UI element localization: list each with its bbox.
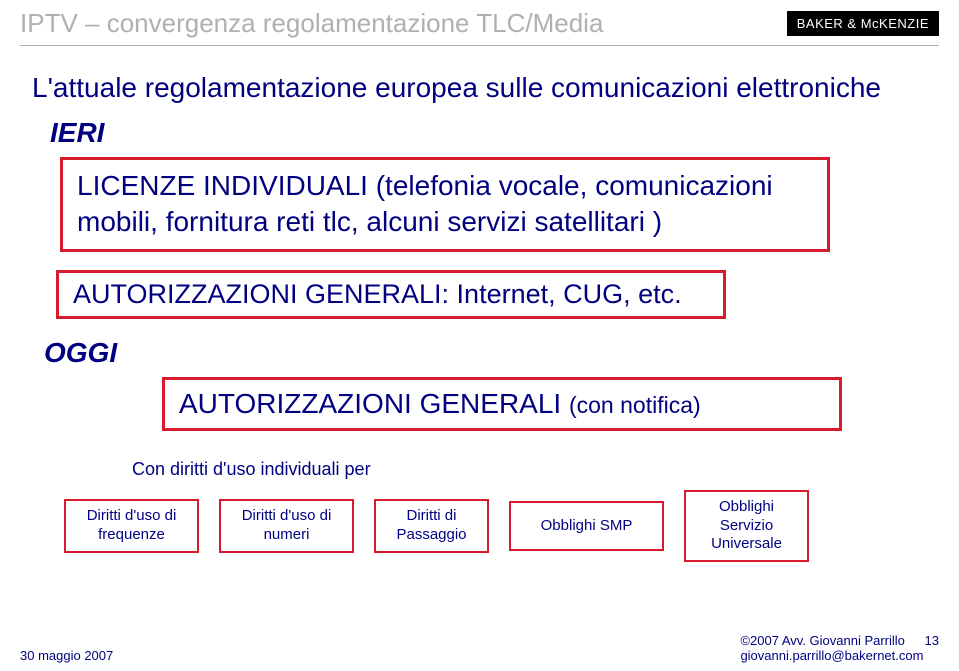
- autorizzazioni-generali-box: AUTORIZZAZIONI GENERALI (con notifica): [162, 377, 842, 431]
- sb2-line1: Diritti d'uso di: [229, 507, 344, 526]
- sb2-line2: numeri: [229, 526, 344, 545]
- sb1-line1: Diritti d'uso di: [74, 507, 189, 526]
- diritti-passaggio-box: Diritti di Passaggio: [374, 499, 489, 553]
- licenze-text-line2: mobili, fornitura reti tlc, alcuni servi…: [77, 204, 813, 240]
- sb5-line2: Servizio: [694, 517, 799, 536]
- footer-email: giovanni.parrillo@bakernet.com: [740, 648, 939, 663]
- obblighi-servizio-box: Obblighi Servizio Universale: [684, 490, 809, 562]
- autorizzazioni-text: AUTORIZZAZIONI GENERALI: Internet, CUG, …: [73, 279, 709, 310]
- slide-subtitle: L'attuale regolamentazione europea sulle…: [32, 70, 927, 105]
- page-number: 13: [925, 633, 939, 648]
- licenze-box: LICENZE INDIVIDUALI (telefonia vocale, c…: [60, 157, 830, 252]
- footer-copyright: ©2007 Avv. Giovanni Parrillo: [740, 633, 904, 648]
- small-boxes-row: Diritti d'uso di frequenze Diritti d'uso…: [64, 490, 927, 562]
- obblighi-smp-box: Obblighi SMP: [509, 501, 664, 552]
- licenze-text-line1: LICENZE INDIVIDUALI (telefonia vocale, c…: [77, 168, 813, 204]
- sb4-text: Obblighi SMP: [519, 517, 654, 536]
- footer-right: ©2007 Avv. Giovanni Parrillo 13 giovanni…: [740, 633, 939, 663]
- sb5-line1: Obblighi: [694, 498, 799, 517]
- slide-content: L'attuale regolamentazione europea sulle…: [0, 46, 959, 562]
- sb5-line3: Universale: [694, 535, 799, 554]
- footer-date: 30 maggio 2007: [20, 648, 113, 663]
- diritti-frequenze-box: Diritti d'uso di frequenze: [64, 499, 199, 553]
- box3-main-text: AUTORIZZAZIONI GENERALI: [179, 388, 569, 419]
- oggi-label: OGGI: [44, 337, 927, 369]
- diritti-label: Con diritti d'uso individuali per: [132, 459, 927, 480]
- ieri-label: IERI: [50, 117, 927, 149]
- sb3-line1: Diritti di: [384, 507, 479, 526]
- slide-footer: 30 maggio 2007 ©2007 Avv. Giovanni Parri…: [20, 633, 939, 663]
- brand-logo: BAKER & MᴄKENZIE: [787, 11, 939, 36]
- slide-header: IPTV – convergenza regolamentazione TLC/…: [0, 0, 959, 43]
- header-title: IPTV – convergenza regolamentazione TLC/…: [20, 8, 603, 39]
- autorizzazioni-box: AUTORIZZAZIONI GENERALI: Internet, CUG, …: [56, 270, 726, 319]
- diritti-numeri-box: Diritti d'uso di numeri: [219, 499, 354, 553]
- sb1-line2: frequenze: [74, 526, 189, 545]
- sb3-line2: Passaggio: [384, 526, 479, 545]
- box3-small-text: (con notifica): [569, 392, 701, 418]
